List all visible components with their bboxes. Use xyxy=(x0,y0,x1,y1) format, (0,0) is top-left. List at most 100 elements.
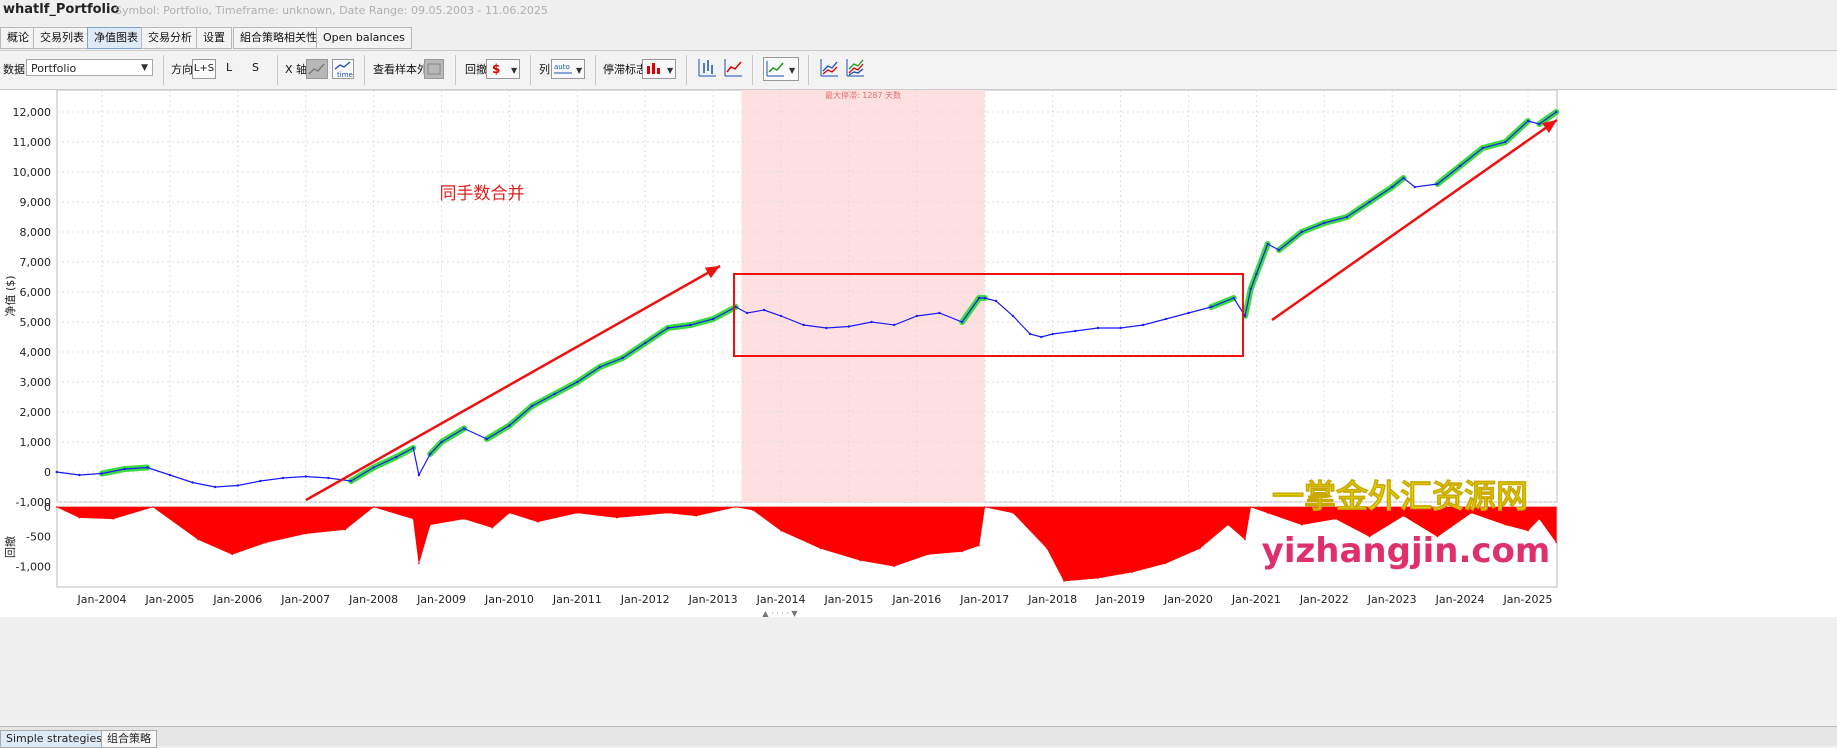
main-tabs: 概论 交易列表 净值图表 交易分析 设置 組合策略相关性 Open balanc… xyxy=(0,27,1837,49)
drawdown-point xyxy=(1244,538,1246,541)
stagnation-chart-icon: ▼ xyxy=(647,63,674,75)
equity-style-select[interactable]: ▼ xyxy=(763,57,799,81)
multi-line-chart-button[interactable] xyxy=(844,57,868,81)
equity-point xyxy=(440,440,443,444)
compare-chart-button[interactable] xyxy=(818,57,842,81)
y-tick-label: 12,000 xyxy=(13,106,52,119)
bar-chart-button[interactable] xyxy=(696,57,720,81)
column-select[interactable]: auto ▼ xyxy=(551,59,585,79)
equity-point xyxy=(825,326,828,330)
tab-settings[interactable]: 设置 xyxy=(196,27,232,49)
drawdown-point xyxy=(978,544,980,547)
drawdown-point xyxy=(197,538,199,541)
x-tick-label: Jan-2019 xyxy=(1095,593,1145,606)
oos-toggle-button[interactable] xyxy=(424,59,444,79)
equity-point xyxy=(1096,326,1100,330)
direction-s-button[interactable]: S xyxy=(252,61,259,74)
stagnation-label: 最大停滞: 1287 天数 xyxy=(825,90,901,100)
equity-point xyxy=(508,424,511,427)
equity-point xyxy=(1119,326,1122,330)
xaxis-label: X 轴 xyxy=(285,63,308,76)
watermark-cn: 一掌金外汇资源网 xyxy=(1272,477,1528,515)
drawdown-point xyxy=(344,528,347,531)
equity-point xyxy=(644,341,647,345)
equity-point xyxy=(621,356,624,360)
equity-point xyxy=(78,473,81,477)
drawdown-point xyxy=(304,532,307,535)
drawdown-point xyxy=(152,506,154,508)
equity-point xyxy=(960,320,964,324)
equity-point xyxy=(1538,122,1541,126)
drawdown-point xyxy=(1555,541,1558,544)
equity-point xyxy=(666,326,670,330)
equity-point xyxy=(1368,200,1371,204)
equity-point xyxy=(762,308,766,312)
equity-point xyxy=(485,437,488,441)
drawdown-point xyxy=(1538,518,1541,520)
equity-point xyxy=(55,470,58,474)
drawdown-point xyxy=(1227,523,1229,526)
equity-point xyxy=(259,479,262,483)
annotation-text: 同手数合并 xyxy=(440,184,525,204)
y-tick-label: 4,000 xyxy=(20,346,52,359)
xaxis-time-button[interactable]: time xyxy=(332,59,354,79)
drawdown-point xyxy=(927,553,929,556)
dd-tick-label: -500 xyxy=(26,531,51,544)
equity-point xyxy=(1436,182,1439,186)
data-select[interactable]: Portfolio ▼ xyxy=(26,59,153,76)
equity-point xyxy=(689,323,692,327)
tab-trade-list[interactable]: 交易列表 xyxy=(33,27,91,49)
equity-point xyxy=(977,296,981,300)
xaxis-trades-button[interactable] xyxy=(306,59,328,79)
drawdown-point xyxy=(983,506,986,508)
tab-simple-strategies[interactable]: Simple strategies xyxy=(0,730,108,748)
equity-point xyxy=(168,473,172,477)
equity-point xyxy=(1028,332,1032,336)
tab-overview[interactable]: 概论 xyxy=(0,27,36,49)
bar-chart-icon xyxy=(698,59,716,77)
tab-correlation[interactable]: 組合策略相关性 xyxy=(233,27,324,49)
drawdown-point xyxy=(1097,577,1099,579)
drawdown-point xyxy=(616,516,618,519)
equity-point xyxy=(236,484,240,487)
equity-point xyxy=(1040,335,1043,339)
x-tick-label: Jan-2013 xyxy=(688,593,738,606)
equity-point xyxy=(372,466,375,469)
direction-ls-button[interactable]: L+S xyxy=(192,59,216,79)
y-tick-label: 9,000 xyxy=(20,196,52,209)
drawdown-point xyxy=(536,521,539,523)
line-chart-button[interactable] xyxy=(722,57,746,81)
dd-tick-label: 0 xyxy=(44,501,51,514)
equity-point xyxy=(213,485,217,489)
equity-point xyxy=(1323,221,1326,225)
drawdown-point xyxy=(231,553,233,556)
drawdown-point xyxy=(1198,547,1201,550)
stagnation-select[interactable]: ▼ xyxy=(642,59,676,79)
tab-portfolio-strategies[interactable]: 组合策略 xyxy=(101,730,157,748)
tab-equity-chart[interactable]: 净值图表 xyxy=(87,27,145,49)
compare-chart-icon xyxy=(820,59,838,77)
drawdown-point xyxy=(1300,523,1303,526)
toolbar-separator xyxy=(808,55,809,85)
equity-point xyxy=(412,446,415,450)
direction-l-button[interactable]: L xyxy=(226,61,232,74)
drawdown-point xyxy=(508,512,511,514)
x-tick-label: Jan-2016 xyxy=(891,593,941,606)
tab-trade-analysis[interactable]: 交易分析 xyxy=(141,27,199,49)
app-title: whatlf_Portfolio xyxy=(3,2,120,17)
equity-point xyxy=(847,325,851,328)
drawdown-point xyxy=(751,509,754,511)
equity-point xyxy=(1345,215,1349,219)
chevron-down-icon: ▼ xyxy=(141,63,148,73)
tab-open-balances[interactable]: Open balances xyxy=(316,27,412,49)
direction-label: 方向 xyxy=(171,63,193,76)
svg-text:▼: ▼ xyxy=(576,66,583,75)
time-text: time xyxy=(337,71,353,78)
equity-point xyxy=(1243,314,1247,318)
equity-point xyxy=(1232,296,1235,300)
drawdown-select[interactable]: $ ▼ xyxy=(486,59,520,79)
equity-point xyxy=(191,481,194,484)
equity-point xyxy=(553,392,556,396)
drawdown-point xyxy=(491,526,494,529)
y-tick-label: 1,000 xyxy=(20,436,52,449)
